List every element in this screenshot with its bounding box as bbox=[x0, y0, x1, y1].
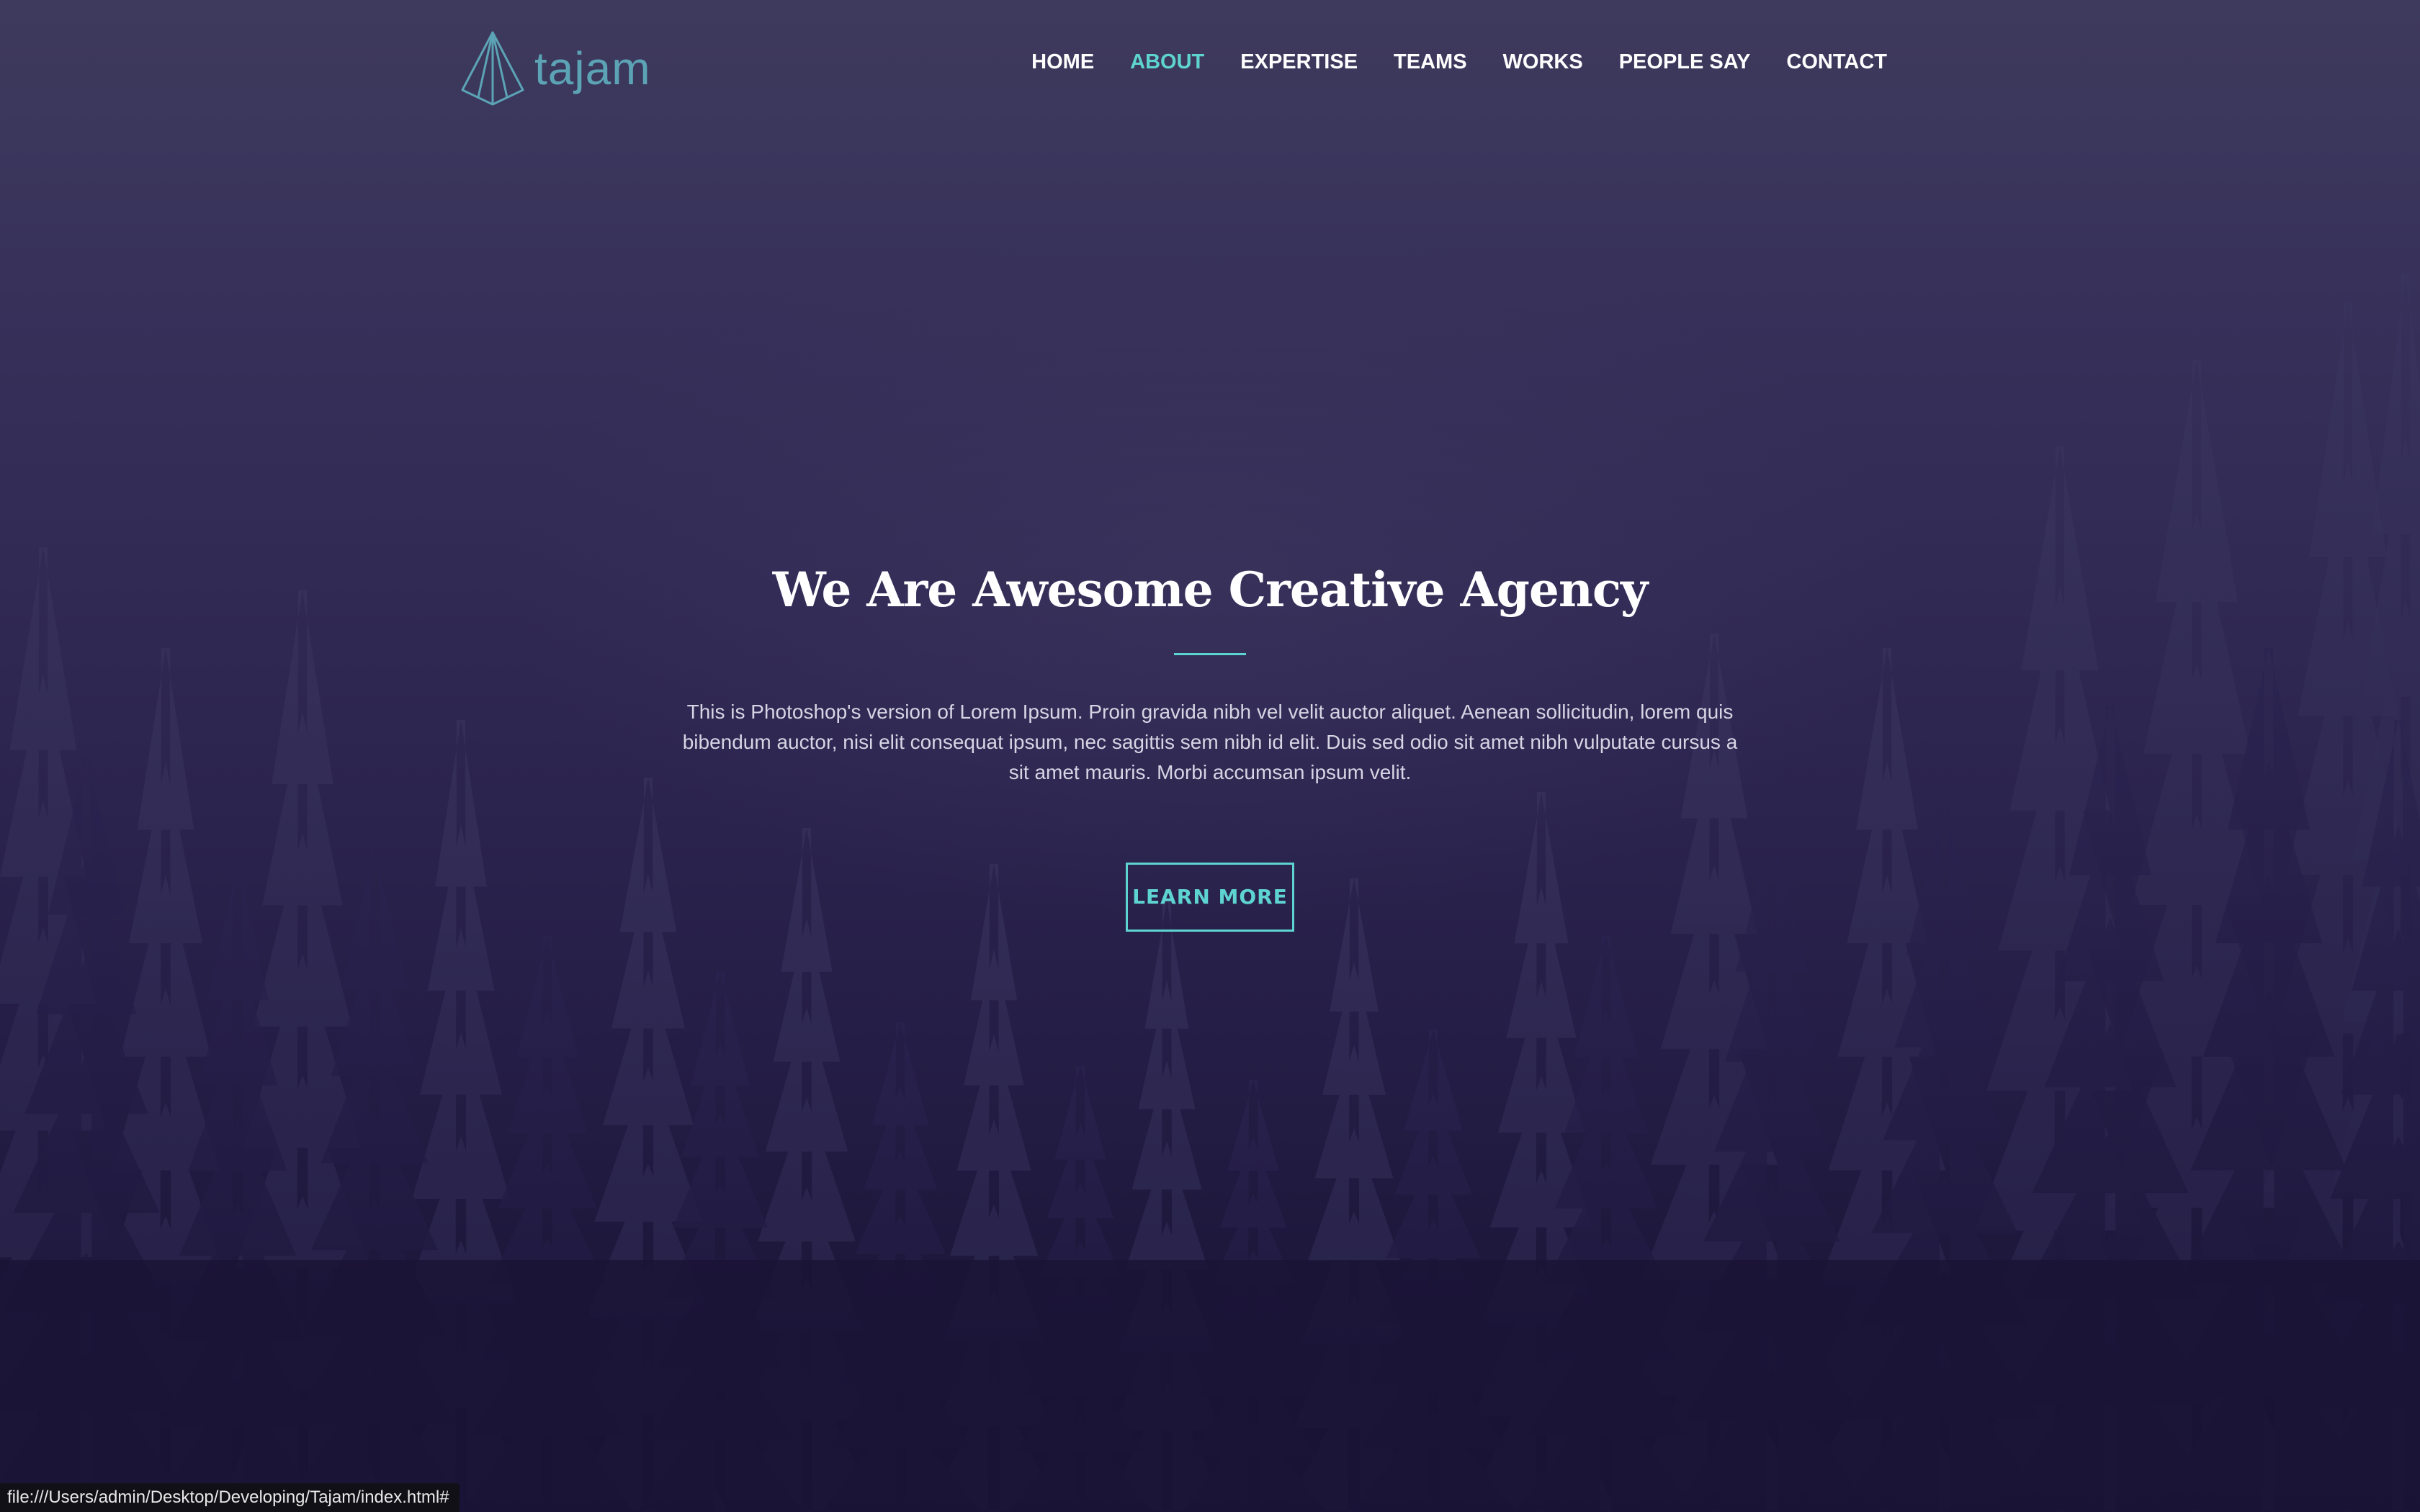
main-nav: HOME ABOUT EXPERTISE TEAMS WORKS PEOPLE … bbox=[1031, 50, 1887, 74]
hero-divider bbox=[1174, 653, 1246, 656]
nav-works[interactable]: WORKS bbox=[1503, 50, 1583, 74]
nav-people-say[interactable]: PEOPLE SAY bbox=[1619, 50, 1751, 74]
nav-about[interactable]: ABOUT bbox=[1130, 50, 1204, 74]
hero-title: We Are Awesome Creative Agency bbox=[772, 562, 1649, 618]
pyramid-logo-icon bbox=[461, 31, 524, 106]
site-header: tajam HOME ABOUT EXPERTISE TEAMS WORKS P… bbox=[0, 0, 2420, 130]
learn-more-button[interactable]: LEARN MORE bbox=[1126, 863, 1294, 932]
hero-section: We Are Awesome Creative Agency This is P… bbox=[0, 562, 2420, 932]
brand-name: tajam bbox=[534, 42, 651, 94]
nav-home[interactable]: HOME bbox=[1031, 50, 1094, 74]
nav-contact[interactable]: CONTACT bbox=[1786, 50, 1887, 74]
nav-teams[interactable]: TEAMS bbox=[1394, 50, 1467, 74]
hero-description: This is Photoshop's version of Lorem Ips… bbox=[682, 701, 1738, 784]
nav-expertise[interactable]: EXPERTISE bbox=[1240, 50, 1358, 74]
brand-logo[interactable]: tajam bbox=[458, 29, 651, 108]
browser-status-url: file:///Users/admin/Desktop/Developing/T… bbox=[0, 1483, 460, 1512]
